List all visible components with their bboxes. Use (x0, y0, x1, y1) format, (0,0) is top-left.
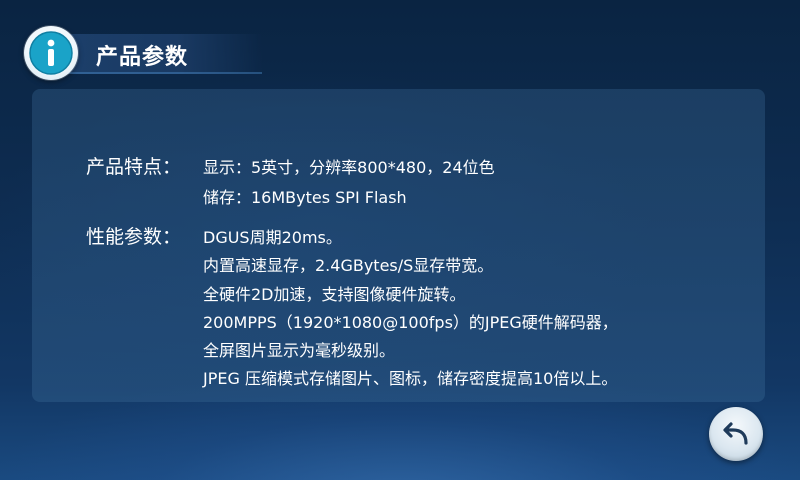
performance-line: JPEG 压缩模式存储图片、图标，储存密度提高10倍以上。 (203, 369, 618, 388)
header: 产品参数 (24, 26, 264, 82)
features-line: 显示：5英寸，分辨率800*480，24位色 (203, 158, 495, 177)
back-button[interactable] (709, 407, 763, 461)
performance-line: DGUS周期20ms。 (203, 228, 342, 247)
performance-line: 全硬件2D加速，支持图像硬件旋转。 (203, 285, 466, 304)
back-arrow-icon (723, 422, 748, 445)
features-line: 储存：16MBytes SPI Flash (203, 188, 407, 207)
performance-line: 200MPPS（1920*1080@100fps）的JPEG硬件解码器， (203, 313, 618, 332)
performance-line: 内置高速显存，2.4GBytes/S显存带宽。 (203, 256, 494, 275)
performance-line: 全屏图片显示为毫秒级别。 (203, 341, 396, 360)
features-label: 产品特点： (86, 156, 182, 178)
page-title: 产品参数 (96, 45, 189, 70)
info-icon (24, 26, 78, 80)
performance-label: 性能参数： (86, 226, 182, 248)
